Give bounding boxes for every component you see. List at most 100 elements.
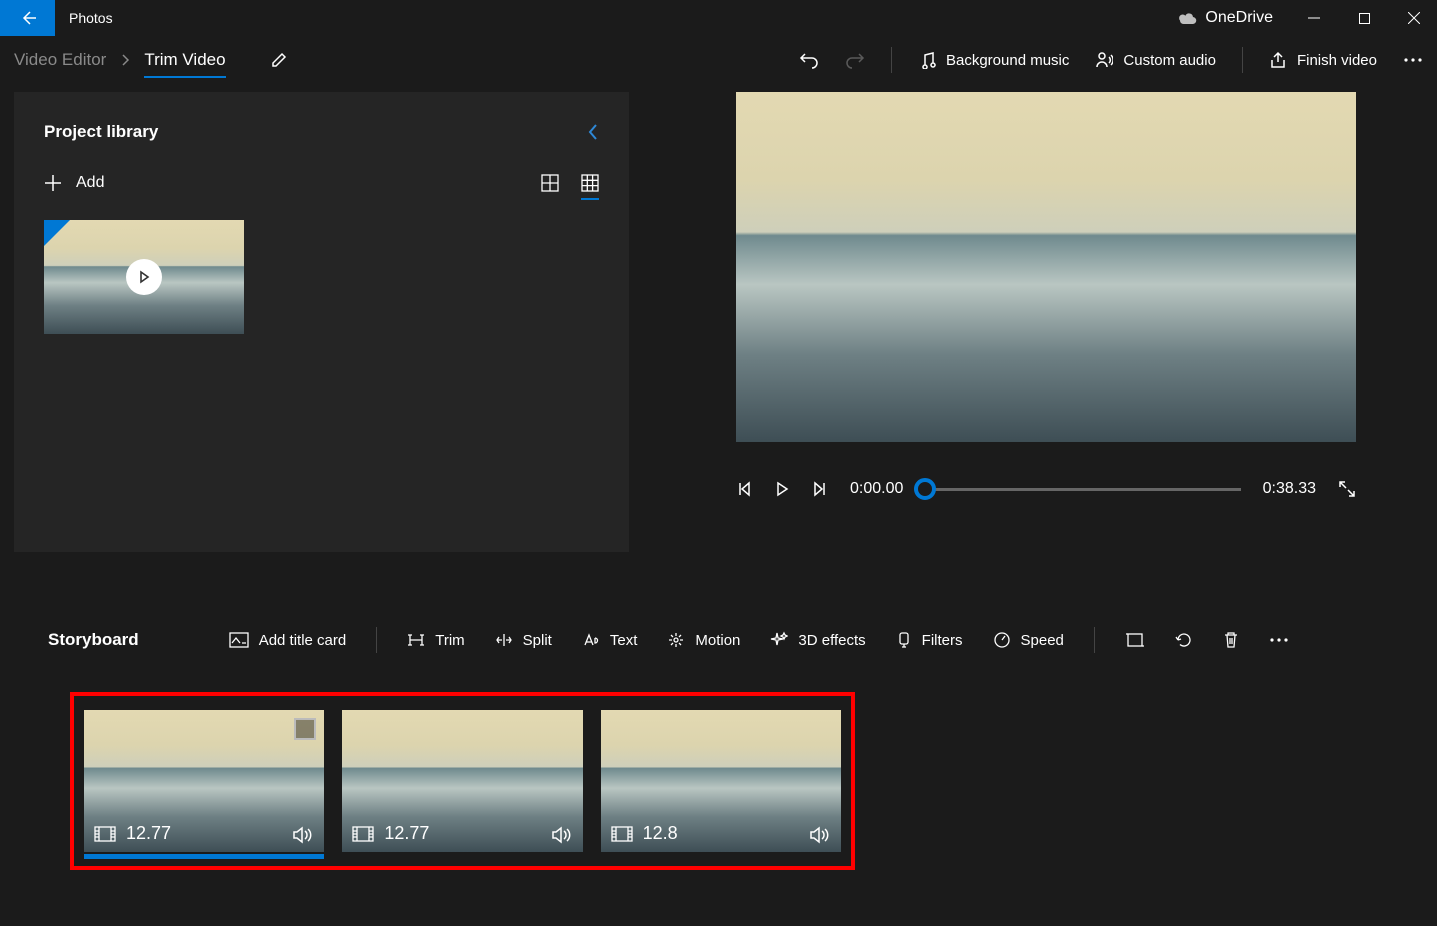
grid-view-button[interactable] xyxy=(581,174,599,200)
preview-area: 0:00.00 0:38.33 xyxy=(669,92,1423,574)
play-icon xyxy=(774,481,790,497)
ellipsis-icon xyxy=(1269,637,1289,643)
speed-icon xyxy=(993,631,1011,649)
film-icon xyxy=(611,826,633,842)
video-preview[interactable] xyxy=(736,92,1356,442)
titlebar: Photos OneDrive xyxy=(0,0,1437,36)
maximize-button[interactable] xyxy=(1341,0,1387,36)
motion-icon xyxy=(667,631,685,649)
total-time: 0:38.33 xyxy=(1263,480,1316,498)
panel-title: Project library xyxy=(44,122,158,142)
ellipsis-icon xyxy=(1403,57,1423,63)
back-button[interactable] xyxy=(0,0,55,36)
divider xyxy=(891,47,892,73)
breadcrumb-active[interactable]: Trim Video xyxy=(144,50,225,78)
minimize-icon xyxy=(1308,12,1320,24)
onedrive-status[interactable]: OneDrive xyxy=(1163,9,1287,27)
speaker-icon xyxy=(292,826,314,844)
collapse-panel-button[interactable] xyxy=(587,123,599,141)
play-button[interactable] xyxy=(774,481,790,497)
prev-frame-button[interactable] xyxy=(736,481,752,497)
fullscreen-icon xyxy=(1338,480,1356,498)
text-button[interactable]: Text xyxy=(582,632,638,649)
delete-button[interactable] xyxy=(1223,631,1239,649)
trash-icon xyxy=(1223,631,1239,649)
cloud-icon xyxy=(1177,11,1197,25)
command-bar: Video Editor Trim Video Background music… xyxy=(0,36,1437,84)
chevron-right-icon xyxy=(120,53,130,67)
fullscreen-button[interactable] xyxy=(1338,480,1356,498)
split-icon xyxy=(495,632,513,648)
chevron-left-icon xyxy=(587,123,599,141)
crop-button[interactable] xyxy=(1125,631,1145,649)
undo-icon xyxy=(799,50,819,70)
crop-icon xyxy=(1125,631,1145,649)
rotate-icon xyxy=(1175,631,1193,649)
arrow-left-icon xyxy=(20,10,36,26)
clip-duration: 12.8 xyxy=(643,823,678,844)
sparkle-icon xyxy=(770,631,788,649)
add-media-button[interactable]: Add xyxy=(44,174,104,192)
more-button[interactable] xyxy=(1403,57,1423,63)
maximize-icon xyxy=(1359,13,1370,24)
onedrive-label: OneDrive xyxy=(1205,9,1273,27)
close-button[interactable] xyxy=(1391,0,1437,36)
storyboard-clip[interactable]: 12.77 xyxy=(84,710,324,852)
film-icon xyxy=(352,826,374,842)
storyboard-clip[interactable]: 12.8 xyxy=(601,710,841,852)
clip-duration: 12.77 xyxy=(384,823,429,844)
storyboard-more-button[interactable] xyxy=(1269,637,1289,643)
next-frame-button[interactable] xyxy=(812,481,828,497)
film-icon xyxy=(94,826,116,842)
3d-effects-button[interactable]: 3D effects xyxy=(770,631,865,649)
bg-music-button[interactable]: Background music xyxy=(918,51,1069,69)
storyboard-clip[interactable]: 12.77 xyxy=(342,710,582,852)
project-library-panel: Project library Add xyxy=(14,92,629,552)
library-thumbnail[interactable] xyxy=(44,220,244,334)
add-title-card-button[interactable]: Add title card xyxy=(229,632,347,649)
clip-checkbox[interactable] xyxy=(294,718,316,740)
rotate-button[interactable] xyxy=(1175,631,1193,649)
seek-thumb[interactable] xyxy=(914,478,936,500)
clip-audio-button[interactable] xyxy=(292,826,314,844)
person-audio-icon xyxy=(1095,51,1113,69)
redo-icon xyxy=(845,50,865,70)
current-time: 0:00.00 xyxy=(850,480,903,498)
clip-audio-button[interactable] xyxy=(809,826,831,844)
play-icon xyxy=(137,270,151,284)
split-button[interactable]: Split xyxy=(495,632,552,649)
main-content: Project library Add xyxy=(0,84,1437,574)
minimize-button[interactable] xyxy=(1291,0,1337,36)
clip-audio-button[interactable] xyxy=(551,826,573,844)
trim-button[interactable]: Trim xyxy=(407,632,464,649)
seek-slider[interactable] xyxy=(925,488,1240,491)
list-view-button[interactable] xyxy=(541,174,559,192)
corner-indicator xyxy=(44,220,70,246)
storyboard-title: Storyboard xyxy=(48,630,139,650)
breadcrumb-root[interactable]: Video Editor xyxy=(14,50,106,70)
app-title: Photos xyxy=(69,10,113,26)
speaker-icon xyxy=(551,826,573,844)
card-icon xyxy=(229,632,249,648)
finish-video-button[interactable]: Finish video xyxy=(1269,51,1377,69)
storyboard-clips: 12.77 12.77 12.8 xyxy=(70,692,855,870)
storyboard-toolbar: Storyboard Add title card Trim Split Tex… xyxy=(0,614,1437,666)
speed-button[interactable]: Speed xyxy=(993,631,1064,649)
text-icon xyxy=(582,632,600,648)
undo-button[interactable] xyxy=(799,50,819,70)
pencil-icon xyxy=(270,51,288,69)
export-icon xyxy=(1269,51,1287,69)
filters-button[interactable]: Filters xyxy=(896,631,963,649)
close-icon xyxy=(1408,12,1420,24)
music-icon xyxy=(918,51,936,69)
grid-small-icon xyxy=(581,174,599,192)
plus-icon xyxy=(44,174,62,192)
divider xyxy=(376,627,377,653)
rename-button[interactable] xyxy=(270,51,288,69)
custom-audio-button[interactable]: Custom audio xyxy=(1095,51,1216,69)
step-back-icon xyxy=(736,481,752,497)
redo-button[interactable] xyxy=(845,50,865,70)
filters-icon xyxy=(896,631,912,649)
trim-icon xyxy=(407,632,425,648)
motion-button[interactable]: Motion xyxy=(667,631,740,649)
